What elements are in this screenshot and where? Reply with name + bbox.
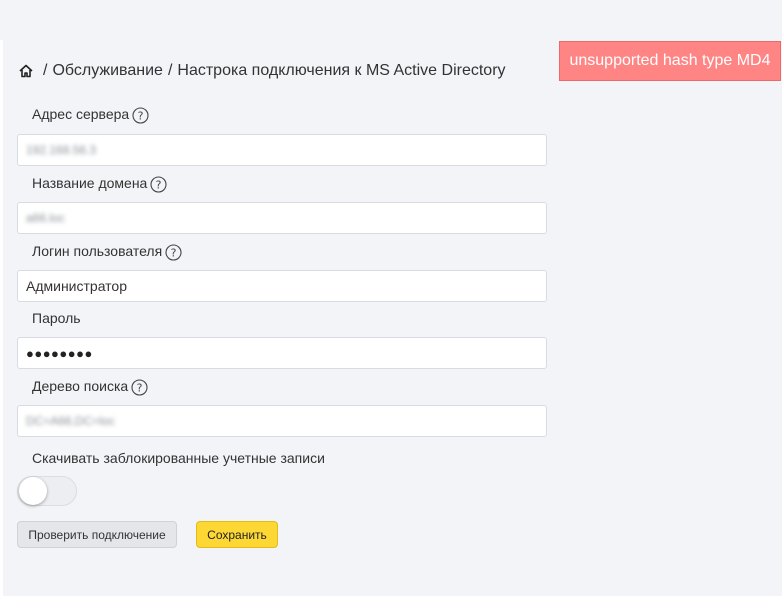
svg-text:?: ?: [156, 179, 162, 192]
password-label: Пароль: [32, 310, 81, 326]
login-label: Логин пользователя ?: [32, 241, 182, 261]
domain-name-label: Название домена ?: [32, 173, 167, 193]
blocked-accounts-toggle[interactable]: [17, 476, 77, 506]
error-alert: unsupported hash type MD4: [559, 41, 781, 81]
help-icon[interactable]: ?: [131, 379, 148, 396]
error-alert-text: unsupported hash type MD4: [569, 52, 771, 69]
svg-text:?: ?: [171, 247, 177, 260]
toggle-knob: [19, 477, 47, 505]
home-icon[interactable]: [18, 63, 34, 79]
settings-page: / Обслуживание / Настрока подключения к …: [0, 0, 782, 596]
domain-name-input[interactable]: a66.loc: [17, 202, 547, 234]
save-button[interactable]: Сохранить: [196, 521, 278, 548]
help-icon[interactable]: ?: [132, 107, 149, 124]
login-input[interactable]: Администратор: [17, 270, 547, 302]
breadcrumb-separator: /: [43, 62, 48, 79]
check-connection-button[interactable]: Проверить подключение: [17, 521, 177, 548]
server-address-label: Адрес сервера ?: [32, 104, 149, 124]
search-tree-label: Дерево поиска ?: [32, 376, 148, 396]
breadcrumb-section[interactable]: Обслуживание: [52, 62, 162, 80]
server-address-input[interactable]: 192.168.56.3: [17, 134, 547, 166]
blocked-accounts-label: Скачивать заблокированные учетные записи: [32, 450, 325, 466]
password-input[interactable]: ●●●●●●●●: [17, 337, 547, 369]
help-icon[interactable]: ?: [165, 244, 182, 261]
top-bar: [0, 0, 782, 40]
help-icon[interactable]: ?: [150, 176, 167, 193]
svg-text:?: ?: [137, 382, 143, 395]
breadcrumb-separator: /: [167, 62, 173, 79]
svg-text:?: ?: [138, 110, 144, 123]
breadcrumb: / Обслуживание / Настрока подключения к …: [18, 62, 506, 80]
search-tree-input[interactable]: DC=A66,DC=loc: [17, 405, 547, 437]
page-title: Настрока подключения к MS Active Directo…: [177, 62, 506, 79]
sidebar-edge: [0, 40, 3, 596]
